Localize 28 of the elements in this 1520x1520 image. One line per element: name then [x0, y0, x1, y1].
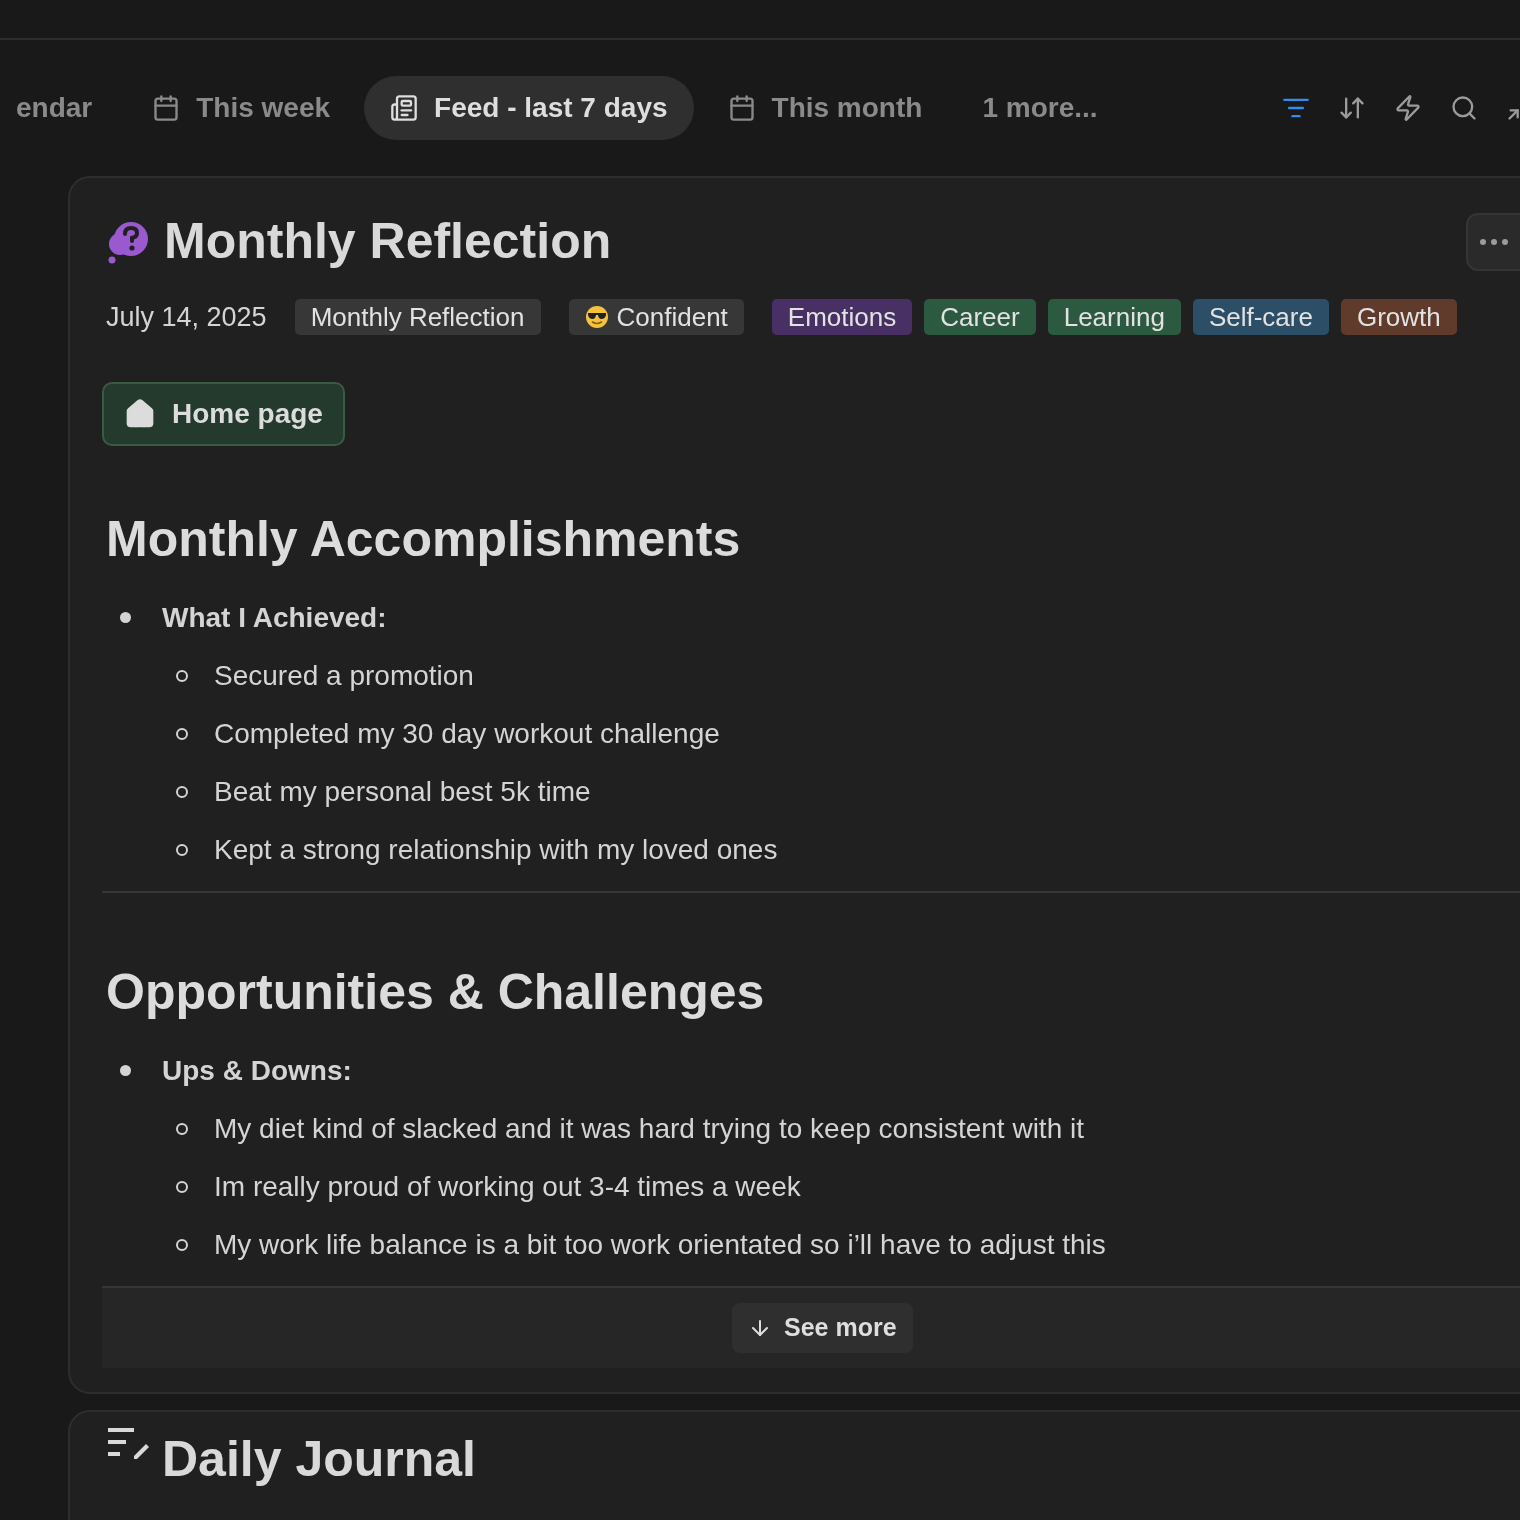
tag: Confident — [568, 299, 744, 336]
tag: Self-care — [1192, 299, 1329, 336]
list-item-text: My diet kind of slacked and it was hard trying to keep consistent with it — [214, 1111, 1084, 1146]
list-item-text: My work life balance is a bit too work orientated so i’ll have to adjust this — [214, 1227, 1106, 1262]
page-title: Daily Journal — [162, 1429, 476, 1489]
section-heading: Opportunities & Challenges — [105, 962, 766, 1022]
tag: Learning — [1047, 299, 1181, 336]
tag: Emotions — [771, 299, 913, 336]
tag: Growth — [1340, 299, 1457, 336]
list-item-text: Im really proud of working out 3-4 times a week — [214, 1169, 801, 1204]
list-item-text: Kept a strong relationship with my loved ones — [214, 832, 778, 867]
see-more-button[interactable]: See more — [732, 1302, 913, 1353]
tag: Career — [924, 299, 1036, 336]
list-item-text: Beat my personal best 5k time — [214, 774, 591, 809]
view-tab[interactable]: This month — [701, 76, 949, 140]
page-title: Monthly Reflection — [164, 212, 612, 271]
home-page-link[interactable]: Home page — [102, 381, 345, 446]
date-text: July 14, 2025 — [106, 301, 267, 334]
view-tab[interactable]: Feed - last 7 days — [364, 76, 694, 140]
view-tab[interactable]: This week — [126, 76, 357, 140]
list-item-text: Completed my 30 day workout challenge — [214, 716, 720, 751]
tag: Monthly Reflection — [294, 299, 541, 336]
list-item-text: Secured a promotion — [214, 658, 474, 693]
section-heading: Monthly Accomplishments — [105, 509, 742, 569]
list-item-text: What I Achieved: — [162, 600, 387, 635]
view-tab[interactable]: 1 more... — [956, 76, 1124, 140]
list-item-text: Ups & Downs: — [162, 1053, 352, 1088]
view-tab[interactable]: endar — [0, 76, 119, 140]
